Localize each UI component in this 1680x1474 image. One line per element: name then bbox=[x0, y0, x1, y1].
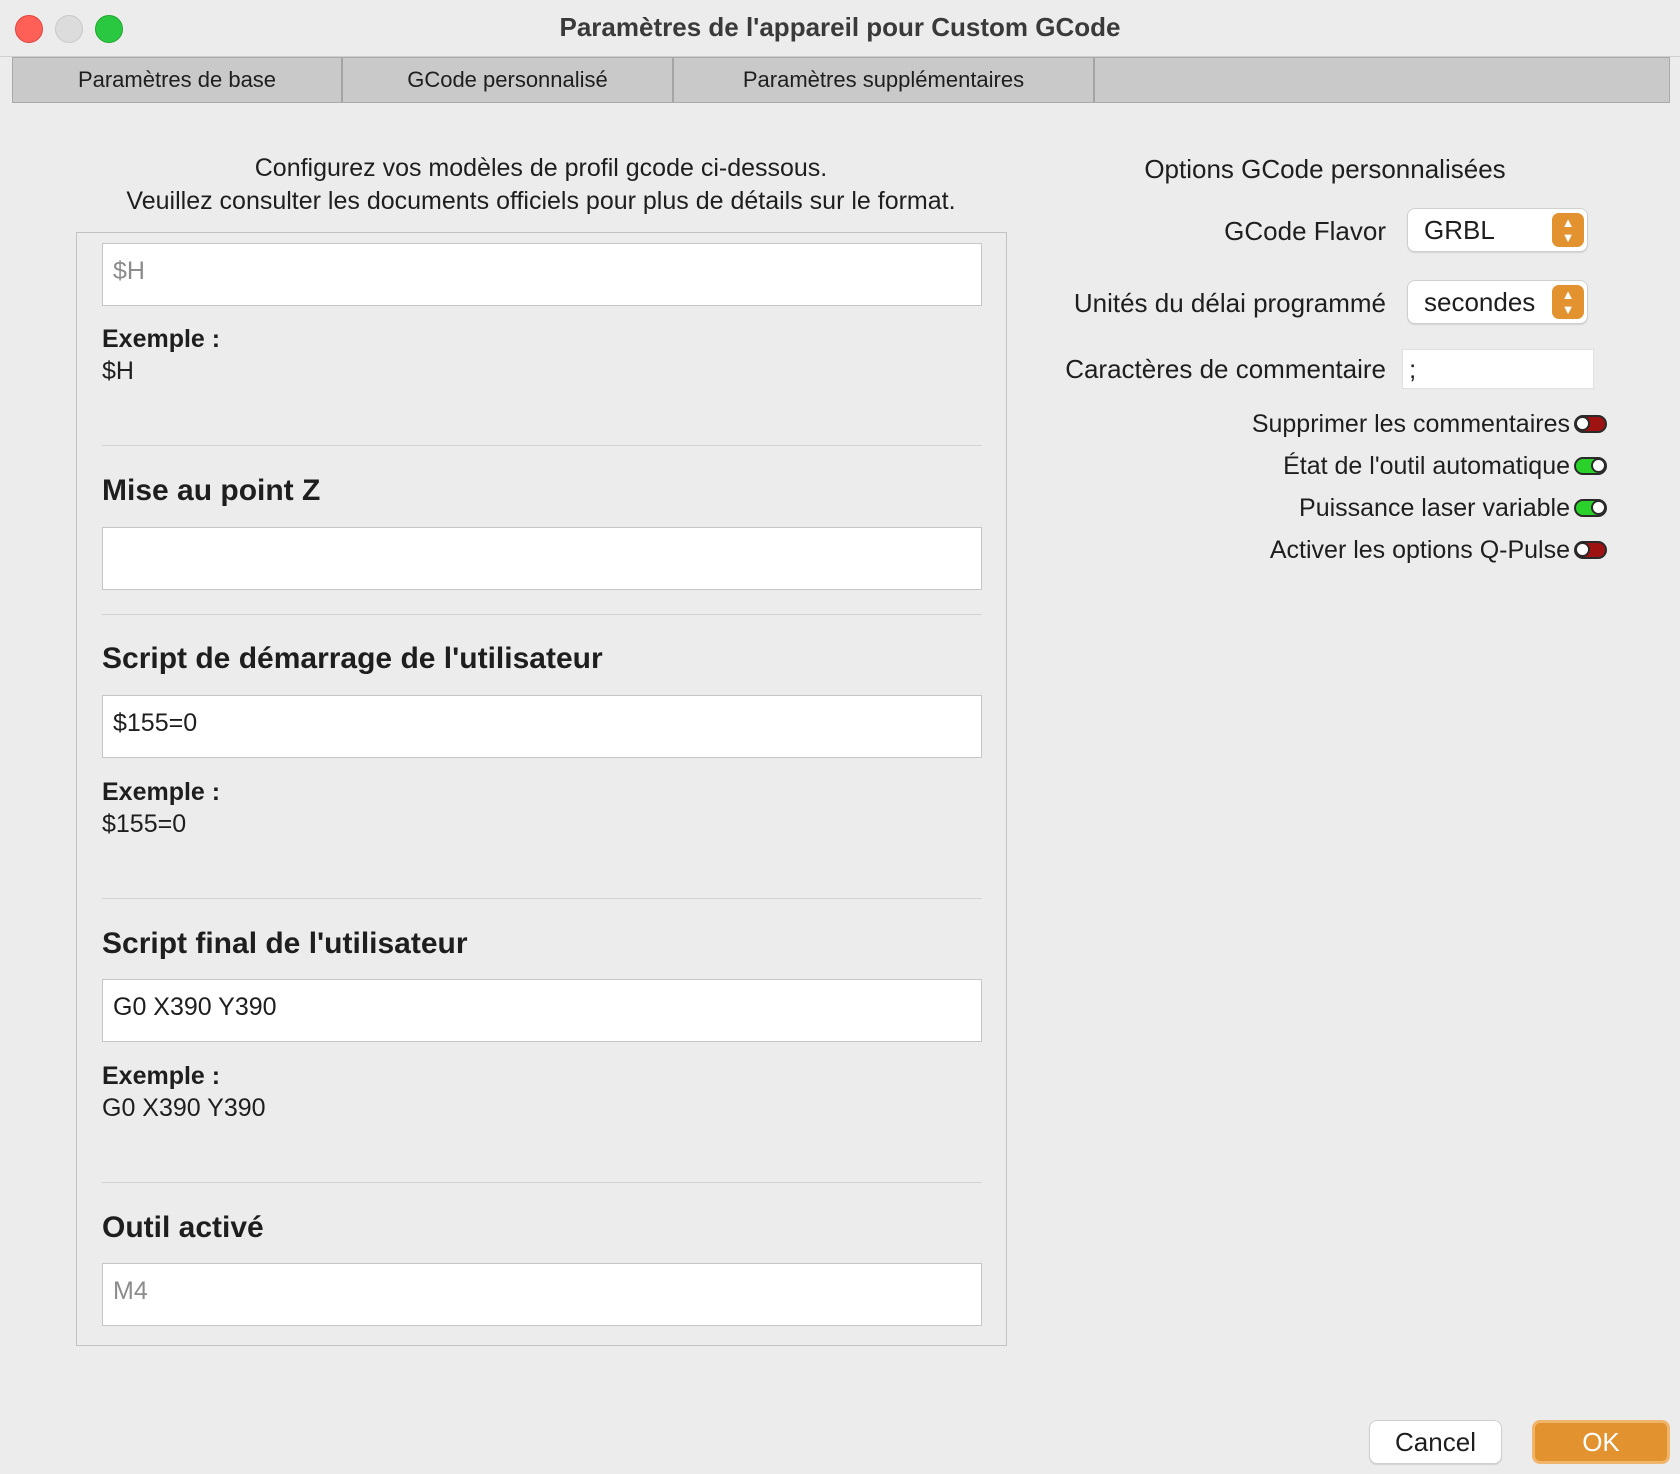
gcode-scripts-panel[interactable]: $H Exemple : $H Mise au point Z Script d… bbox=[76, 232, 1007, 1346]
end-script-title: Script final de l'utilisateur bbox=[102, 927, 468, 960]
dwell-units-label: Unités du délai programmé bbox=[1073, 288, 1386, 318]
chevron-up-down-icon: ▲ ▼ bbox=[1552, 213, 1584, 247]
intro-line-1: Configurez vos modèles de profil gcode c… bbox=[254, 154, 828, 182]
variable-laser-power-label: Puissance laser variable bbox=[1299, 494, 1570, 522]
divider bbox=[102, 898, 982, 899]
options-title: Options GCode personnalisées bbox=[1144, 154, 1506, 184]
auto-tool-state-label: État de l'outil automatique bbox=[1283, 452, 1570, 480]
homing-example-label: Exemple : bbox=[102, 325, 221, 353]
dwell-units-value: secondes bbox=[1424, 287, 1536, 317]
tab-custom-gcode[interactable]: GCode personnalisé bbox=[343, 58, 674, 102]
gcode-flavor-value: GRBL bbox=[1424, 215, 1495, 245]
end-script-example-label: Exemple : bbox=[102, 1062, 221, 1090]
end-script-example-value: G0 X390 Y390 bbox=[102, 1094, 266, 1122]
start-script-title: Script de démarrage de l'utilisateur bbox=[102, 642, 603, 675]
auto-tool-state-toggle[interactable] bbox=[1574, 457, 1607, 475]
end-script-input[interactable]: G0 X390 Y390 bbox=[102, 979, 982, 1042]
z-focus-title: Mise au point Z bbox=[102, 474, 321, 507]
comment-chars-label: Caractères de commentaire bbox=[1065, 354, 1386, 384]
remove-comments-label: Supprimer les commentaires bbox=[1251, 410, 1570, 438]
z-focus-input[interactable] bbox=[102, 527, 982, 590]
cancel-button[interactable]: Cancel bbox=[1369, 1420, 1502, 1464]
q-pulse-options-label: Activer les options Q-Pulse bbox=[1269, 536, 1570, 564]
chevron-up-down-icon: ▲ ▼ bbox=[1552, 285, 1584, 319]
dwell-units-select[interactable]: secondes ▲ ▼ bbox=[1407, 280, 1588, 324]
remove-comments-toggle[interactable] bbox=[1574, 415, 1607, 433]
intro-text: Configurez vos modèles de profil gcode c… bbox=[76, 152, 1006, 218]
tab-additional-settings[interactable]: Paramètres supplémentaires bbox=[674, 58, 1095, 102]
homing-input[interactable]: $H bbox=[102, 243, 982, 306]
tool-on-input[interactable]: M4 bbox=[102, 1263, 982, 1326]
tab-bar: Paramètres de base GCode personnalisé Pa… bbox=[12, 57, 1670, 103]
divider bbox=[102, 1182, 982, 1183]
intro-line-2: Veuillez consulter les documents officie… bbox=[126, 187, 956, 215]
title-bar: Paramètres de l'appareil pour Custom GCo… bbox=[0, 0, 1680, 57]
ok-button[interactable]: OK bbox=[1532, 1420, 1670, 1464]
start-script-example-label: Exemple : bbox=[102, 778, 221, 806]
divider bbox=[102, 445, 982, 446]
tab-basic-settings[interactable]: Paramètres de base bbox=[13, 58, 343, 102]
start-script-example-value: $155=0 bbox=[102, 810, 187, 838]
comment-chars-input[interactable]: ; bbox=[1402, 349, 1594, 389]
gcode-flavor-select[interactable]: GRBL ▲ ▼ bbox=[1407, 208, 1588, 252]
divider bbox=[102, 614, 982, 615]
variable-laser-power-toggle[interactable] bbox=[1574, 499, 1607, 517]
homing-example-value: $H bbox=[102, 357, 134, 385]
window-title: Paramètres de l'appareil pour Custom GCo… bbox=[559, 12, 1121, 42]
tool-on-title: Outil activé bbox=[102, 1211, 264, 1244]
q-pulse-options-toggle[interactable] bbox=[1574, 541, 1607, 559]
start-script-input[interactable]: $155=0 bbox=[102, 695, 982, 758]
gcode-flavor-label: GCode Flavor bbox=[1224, 216, 1386, 246]
